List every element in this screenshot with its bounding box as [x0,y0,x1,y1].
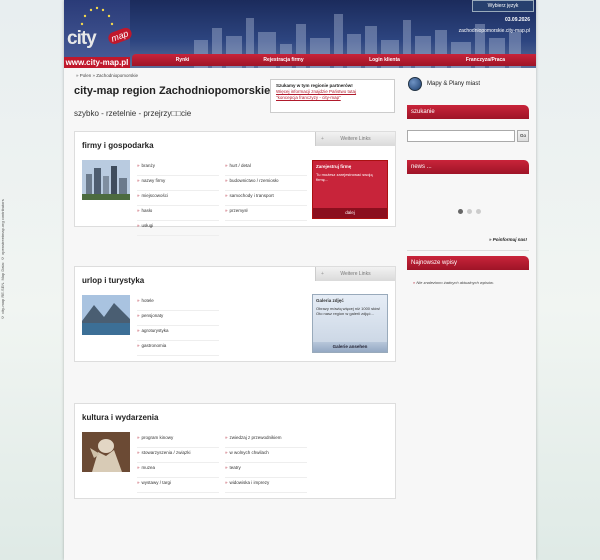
partner-box: Szukamy w tym regionie partnerów! Więcej… [270,79,395,113]
search-button[interactable]: Go [517,130,529,142]
link-hotele[interactable]: hotele [137,297,219,311]
carousel-dot[interactable] [476,209,481,214]
section-culture: kultura i wydarzenia program kinowy stow… [74,403,396,499]
link-miejscowosci[interactable]: miejscowości [137,192,219,206]
link-hurt-detal[interactable]: hurt / detal [225,162,307,176]
section-tourism: urlop i turystyka + Weitere Links hotele… [74,266,396,362]
eu-stars-icon [80,6,114,26]
link-wolne-chwile[interactable]: w wolnych chwilach [225,449,307,463]
promo-desc: Obrazy mówią więcej niż 1000 słów! Oto n… [316,306,381,316]
page-title: city-map region Zachodniopomorskie [74,85,271,97]
more-links-label: Weitere Links [340,271,371,277]
link-widowiska[interactable]: widowiska i imprezy [225,479,307,493]
link-uslugi[interactable]: usługi [137,222,219,236]
plus-icon: + [321,271,324,277]
nav-item-rynki[interactable]: Rynki [132,54,233,66]
carousel-dot[interactable] [458,209,463,214]
link-program-kinowy[interactable]: program kinowy [137,434,219,448]
side-credit: © city-map RE.SEN. Map Data: © openstree… [0,199,5,320]
feedback-link[interactable]: » Poinformuj nas! [489,237,527,242]
carousel-dot[interactable] [467,209,472,214]
link-zwiedzaj[interactable]: zwiedzaj z przewodnikiem [225,434,307,448]
link-branze[interactable]: branży [137,162,219,176]
search-input[interactable] [407,130,515,142]
more-links-tab[interactable]: + Weitere Links [315,267,395,281]
maps-label: Mapy & Plany miast [427,81,481,87]
logo-url: www.city-map.pl [64,57,130,68]
link-nazwy-firmy[interactable]: nazwy firmy [137,177,219,191]
header-date: 03.09.2026 [504,17,530,23]
globe-icon [408,77,422,91]
nav-item-rejestracja[interactable]: Rejestracja firmy [233,54,334,66]
promo-button[interactable]: dalej [313,208,387,218]
plus-icon: + [321,136,324,142]
thumbnail-lake [82,295,130,335]
section-title: urlop i turystyka [82,276,145,285]
news-carousel-dots [458,201,485,219]
header: city map www.city-map.pl Wybierz język 0… [64,0,536,68]
section-title: kultura i wydarzenia [82,413,159,422]
promo-desc: Tu możesz zarejestrować swoją firmę... [316,172,373,182]
link-teatry[interactable]: teatry [225,464,307,478]
link-gastronomia[interactable]: gastronomia [137,342,219,356]
thumbnail-city [82,160,130,200]
gallery-promo[interactable]: Galeria zdjęć Obrazy mówią więcej niż 10… [312,294,388,353]
latest-header: Najnowsze wpisy [407,256,529,270]
link-muzea[interactable]: muzea [137,464,219,478]
promo-title: Zarejestruj firmę [316,164,352,169]
register-company-promo[interactable]: Zarejestruj firmę Tu możesz zarejestrowa… [312,160,388,219]
more-links-tab[interactable]: + Weitere Links [315,132,395,146]
link-przemysl[interactable]: przemysł [225,207,307,221]
main-nav: Rynki Rejestracja firmy Login klienta Fr… [132,54,536,66]
maps-link[interactable]: Mapy & Plany miast [407,77,529,93]
partner-link-2[interactable]: "koncepcja franczyzy - city-map" [276,95,389,101]
nav-item-franczyza[interactable]: Franczyza/Praca [435,54,536,66]
link-budownictwo[interactable]: budownictwo / rzemiosło [225,177,307,191]
link-pensjonaty[interactable]: pensjonaty [137,312,219,326]
nav-item-login[interactable]: Login klienta [334,54,435,66]
page-subtitle: szybko - rzetelnie - przejrzy□□cie [74,109,192,118]
search-header: szukanie [407,105,529,119]
section-business: firmy i gospodarka + Weitere Links branż… [74,131,396,236]
section-title: firmy i gospodarka [82,141,154,150]
promo-title: Galeria zdjęć [316,298,344,303]
latest-note: Nie znaleziono żadnych aktualnych wpisów… [413,280,494,285]
promo-button[interactable]: Galerie ansehen [313,342,387,352]
news-header: news ... [407,160,529,174]
language-button[interactable]: Wybierz język [472,0,534,12]
logo-city-text: city [67,28,97,49]
logo[interactable]: city map www.city-map.pl [64,0,133,68]
breadcrumb[interactable]: » Polen » Zachodniopomorskie [76,73,138,78]
link-agroturystyka[interactable]: agroturystyka [137,327,219,341]
more-links-label: Weitere Links [340,136,371,142]
header-domain: zachodniopomorskie.city-map.pl [458,28,530,34]
link-stowarzyszenia[interactable]: stowarzyszenia / związki [137,449,219,463]
page-container: city map www.city-map.pl Wybierz język 0… [64,0,536,560]
link-samochody[interactable]: samochody i transport [225,192,307,206]
divider [407,250,529,251]
link-wystawy[interactable]: wystawy / targi [137,479,219,493]
link-haslo[interactable]: hasło [137,207,219,221]
thumbnail-sculpture [82,432,130,472]
